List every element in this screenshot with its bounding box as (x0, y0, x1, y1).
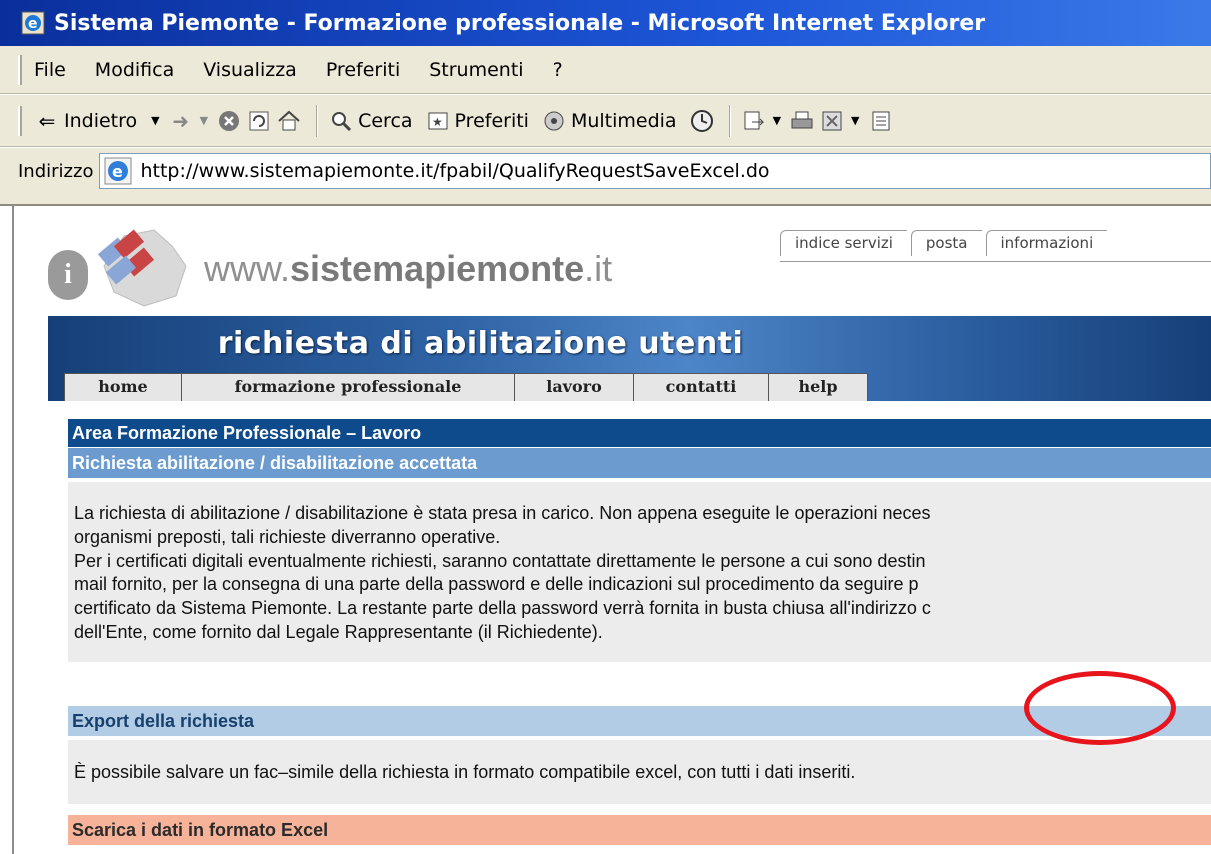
message-panel: La richiesta di abilitazione / disabilit… (68, 482, 1211, 662)
address-bar: Indirizzo e http://www.sistemapiemonte.i… (0, 148, 1211, 194)
forward-arrow-icon[interactable]: ➜ (168, 108, 194, 134)
forward-dropdown-icon[interactable]: ▼ (200, 114, 208, 127)
page-icon: e (104, 157, 132, 185)
area-title-bar: Area Formazione Professionale – Lavoro (68, 419, 1211, 447)
message-line: certificato da Sistema Piemonte. La rest… (74, 598, 931, 619)
piemonte-logo-icon (97, 229, 187, 307)
favorites-label: Preferiti (454, 109, 529, 132)
menu-help[interactable]: ? (553, 59, 563, 81)
nav-lavoro[interactable]: lavoro (514, 373, 634, 401)
logo-suffix: .it (584, 248, 613, 289)
svg-text:★: ★ (432, 115, 443, 129)
menu-modifica[interactable]: Modifica (95, 59, 174, 81)
download-excel-link[interactable]: Scarica i dati in formato Excel (68, 815, 1211, 845)
nav-help[interactable]: help (768, 373, 868, 401)
back-label: Indietro (64, 109, 138, 132)
edit-icon[interactable] (819, 108, 845, 134)
page-content: i www.sistemapiemonte.it indice servizi … (12, 206, 1211, 854)
link-posta[interactable]: posta (910, 230, 982, 256)
site-header: i www.sistemapiemonte.it indice servizi … (14, 206, 1211, 316)
window-titlebar: e Sistema Piemonte - Formazione professi… (0, 0, 1211, 46)
top-links-divider (780, 261, 1211, 262)
nav-formazione-professionale[interactable]: formazione professionale (181, 373, 515, 401)
toolbar-separator-2 (728, 104, 731, 137)
address-input[interactable]: e http://www.sistemapiemonte.it/fpabil/Q… (99, 153, 1211, 189)
search-label: Cerca (358, 109, 413, 132)
menu-bar: File Modifica Visualizza Preferiti Strum… (0, 46, 1211, 94)
refresh-icon[interactable] (246, 108, 272, 134)
nav-home[interactable]: home (64, 373, 182, 401)
message-line: La richiesta di abilitazione / disabilit… (74, 503, 931, 523)
link-indice-servizi[interactable]: indice servizi (780, 230, 907, 256)
banner-title: richiesta di abilitazione utenti (217, 326, 744, 361)
favorites-icon: ★ (425, 108, 451, 134)
edit-dropdown-icon[interactable]: ▼ (851, 114, 859, 127)
logo-name: sistemapiemonte (290, 248, 585, 289)
media-label: Multimedia (570, 109, 677, 132)
nav-contatti[interactable]: contatti (633, 373, 769, 401)
svg-text:e: e (112, 162, 123, 181)
export-text: È possibile salvare un fac–simile della … (68, 740, 1211, 804)
message-line: organismi preposti, tali richieste diver… (74, 526, 501, 547)
message-line: Per i certificati digitali eventualmente… (74, 550, 926, 571)
media-button[interactable]: Multimedia (541, 108, 677, 134)
favorites-button[interactable]: ★ Preferiti (425, 108, 529, 134)
svg-text:e: e (28, 16, 38, 32)
link-informazioni[interactable]: informazioni (985, 230, 1108, 256)
menu-file[interactable]: File (34, 59, 66, 81)
section-banner: richiesta di abilitazione utenti home fo… (48, 316, 1211, 401)
menubar-grip (18, 54, 22, 85)
toolbar-separator (316, 104, 319, 137)
back-arrow-icon: ⇐ (38, 108, 56, 133)
stop-icon[interactable] (216, 108, 242, 134)
home-icon[interactable] (276, 108, 302, 134)
toolbar: ⇐ Indietro ▼ ➜ ▼ Cerca ★ Preferiti Multi… (0, 95, 1211, 147)
message-line: mail fornito, per la consegna di una par… (74, 574, 919, 595)
main-nav: home formazione professionale lavoro con… (64, 373, 868, 401)
address-url: http://www.sistemapiemonte.it/fpabil/Qua… (140, 160, 770, 182)
mail-icon[interactable] (741, 108, 767, 134)
browser-frame-edge (0, 194, 1211, 206)
search-button[interactable]: Cerca (328, 108, 413, 134)
info-icon: i (48, 250, 88, 300)
address-label: Indirizzo (18, 160, 94, 182)
history-icon[interactable] (689, 108, 715, 134)
search-icon (328, 108, 354, 134)
toolbar-grip (18, 105, 22, 136)
menu-strumenti[interactable]: Strumenti (429, 59, 523, 81)
logo-prefix: www. (204, 248, 291, 289)
back-dropdown-icon[interactable]: ▼ (151, 114, 159, 127)
media-icon (541, 108, 567, 134)
ie-window-icon: e (21, 11, 45, 35)
window-title: Sistema Piemonte - Formazione profession… (54, 10, 986, 36)
mail-dropdown-icon[interactable]: ▼ (773, 114, 781, 127)
site-logo-text[interactable]: www.sistemapiemonte.it (204, 248, 612, 290)
menu-preferiti[interactable]: Preferiti (326, 59, 400, 81)
back-button[interactable]: ⇐ Indietro (34, 108, 138, 134)
print-icon[interactable] (789, 108, 815, 134)
message-line: dell'Ente, come fornito dal Legale Rappr… (74, 621, 603, 642)
status-title-bar: Richiesta abilitazione / disabilitazione… (68, 448, 1211, 478)
annotation-circle (1024, 671, 1176, 745)
discuss-icon[interactable] (868, 108, 894, 134)
top-links: indice servizi posta informazioni (780, 230, 1111, 256)
menu-visualizza[interactable]: Visualizza (203, 59, 297, 81)
